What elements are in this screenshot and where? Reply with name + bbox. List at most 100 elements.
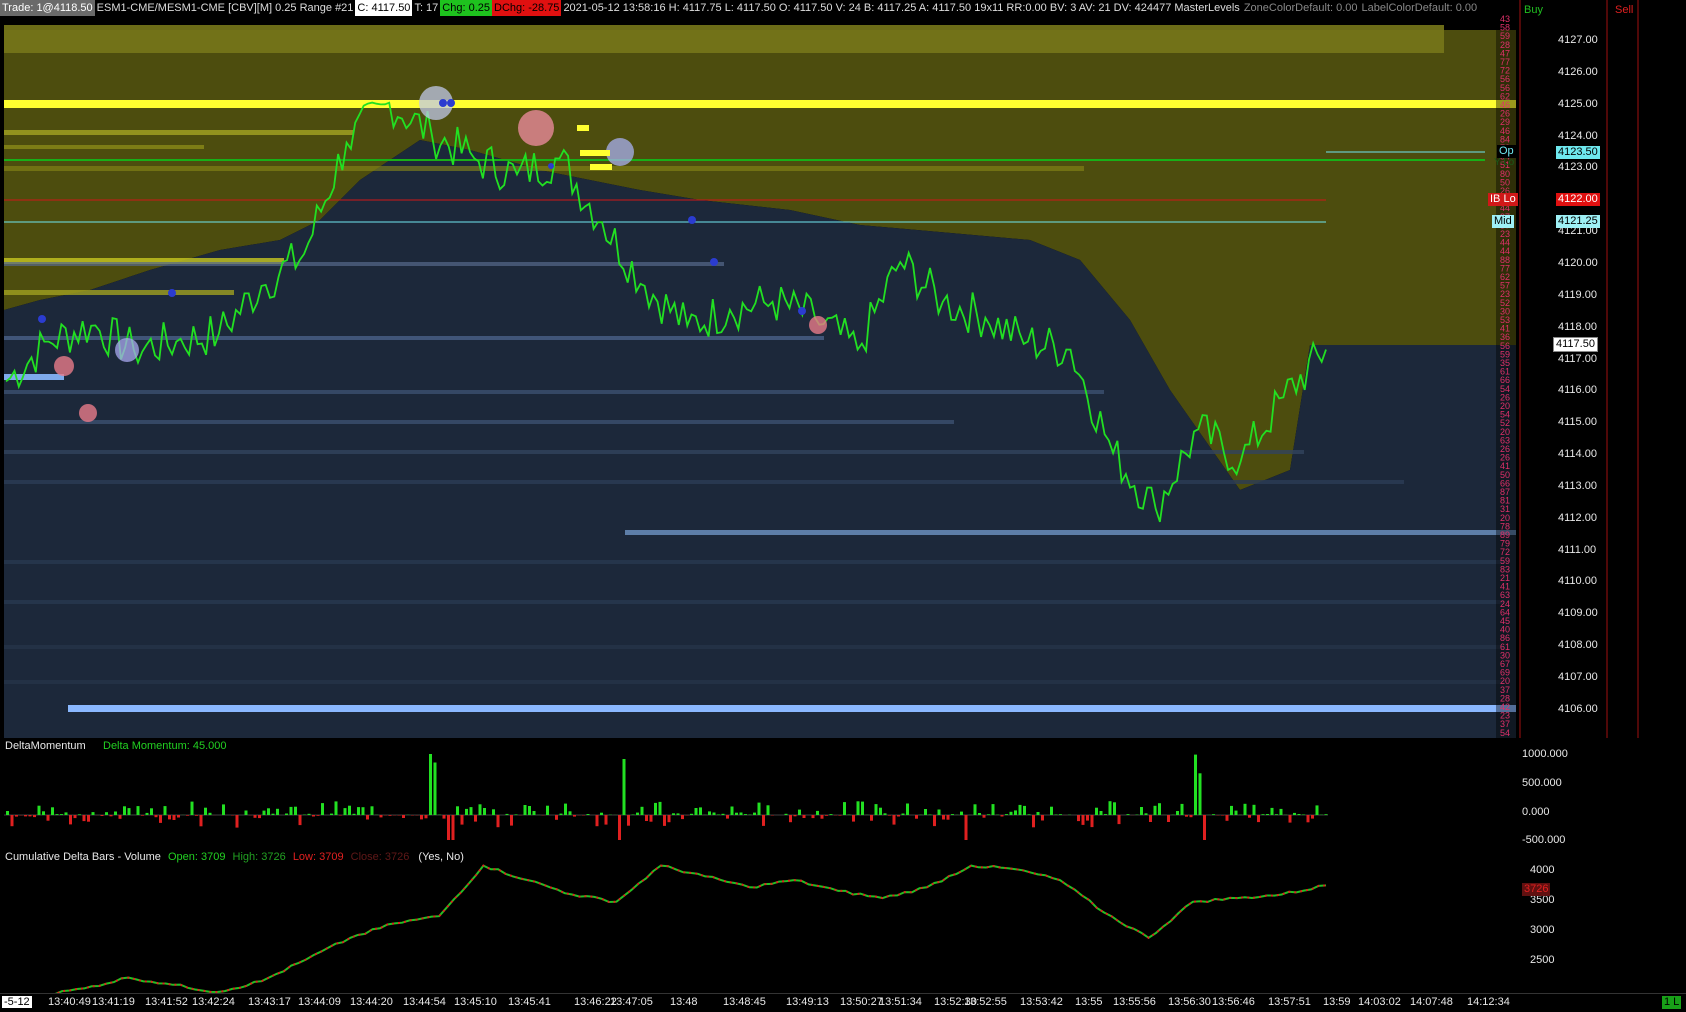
- delta-bar: [915, 815, 918, 819]
- time-axis-label: 13:43:17: [248, 996, 291, 1008]
- delta-bar: [1041, 815, 1044, 821]
- delta-bar: [474, 815, 477, 822]
- heat-band: [4, 166, 1084, 171]
- delta-bar: [942, 815, 945, 820]
- delta-bar: [1091, 815, 1094, 827]
- delta-bar: [254, 815, 257, 818]
- delta-bar: [1257, 815, 1260, 822]
- delta-bar: [1298, 814, 1301, 815]
- time-axis-label: 13:41:19: [92, 996, 135, 1008]
- delta-bar: [533, 811, 536, 815]
- price-axis-label: 4118.00: [1558, 321, 1597, 333]
- trade-dot: [447, 99, 455, 107]
- chart-header: Trade: 1@4118.50ESM1-CME/MESM1-CME [CBV]…: [0, 0, 1560, 16]
- delta-bar: [672, 813, 675, 815]
- delta-bar: [699, 807, 702, 815]
- heat-band: [4, 130, 354, 135]
- delta-axis-label: 1000.000: [1522, 748, 1568, 760]
- delta-bar: [708, 811, 711, 815]
- delta-bar: [758, 803, 761, 815]
- cumulative-delta-chart[interactable]: [0, 842, 1686, 994]
- delta-bar: [555, 815, 558, 820]
- time-axis-label: 13:57:51: [1268, 996, 1311, 1008]
- delta-bar: [1145, 813, 1148, 815]
- trade-dot: [688, 216, 696, 224]
- delta-bar: [1118, 815, 1121, 824]
- delta-bar: [186, 815, 189, 816]
- delta-bar: [1050, 807, 1053, 815]
- time-axis-start: -5-12: [2, 996, 32, 1008]
- delta-bar: [524, 805, 527, 815]
- delta-bar: [263, 811, 266, 815]
- delta-bar: [825, 815, 828, 816]
- cumulative-delta-line: [40, 866, 1326, 994]
- time-axis-label: 13:40:49: [48, 996, 91, 1008]
- delta-bar: [24, 815, 27, 816]
- delta-momentum-chart[interactable]: [0, 738, 1686, 842]
- delta-bar: [983, 815, 986, 818]
- delta-bar: [1019, 805, 1022, 815]
- close-price-badge: C: 4117.50: [355, 0, 412, 16]
- time-axis-label: 13:53:42: [1020, 996, 1063, 1008]
- delta-bar: [596, 815, 599, 826]
- mid-tag: Mid: [1492, 215, 1514, 228]
- delta-bar: [1266, 814, 1269, 815]
- delta-bar: [69, 815, 72, 824]
- price-axis-label: 4114.00: [1558, 448, 1597, 460]
- yellow-liquidity-level: [4, 100, 1516, 108]
- delta-bar: [1109, 801, 1112, 815]
- delta-bar: [569, 811, 572, 815]
- daily-change-badge: DChg: -28.75: [492, 0, 561, 16]
- delta-bar: [884, 813, 887, 815]
- delta-bar: [906, 804, 909, 816]
- delta-bar: [497, 815, 500, 827]
- cum-axis-label: 4000: [1530, 864, 1554, 876]
- delta-bar: [200, 815, 203, 826]
- delta-bar: [209, 813, 212, 815]
- price-axis-label: 4117.00: [1558, 353, 1597, 365]
- time-axis-label: 13:45:41: [508, 996, 551, 1008]
- price-axis-label: 4108.00: [1558, 639, 1598, 651]
- label-color-label: LabelColorDefault: 0.00: [1360, 0, 1480, 16]
- delta-bar: [803, 815, 806, 818]
- current-price-tag: 4117.50: [1553, 337, 1598, 352]
- delta-bar: [1307, 815, 1310, 822]
- delta-bar: [335, 801, 338, 815]
- buy-column-header[interactable]: Buy: [1524, 4, 1543, 16]
- delta-bar: [294, 807, 297, 815]
- trade-dot: [439, 99, 447, 107]
- ticks-label: T: 17: [412, 0, 440, 16]
- delta-bar: [101, 815, 104, 816]
- yellow-trade-marker: [580, 150, 610, 156]
- price-axis-label: 4113.00: [1558, 480, 1597, 492]
- heat-band: [4, 560, 1504, 564]
- heat-band: [4, 290, 234, 295]
- sell-column-header[interactable]: Sell: [1615, 4, 1633, 16]
- delta-bar: [600, 813, 603, 815]
- delta-bar: [663, 815, 666, 826]
- delta-bar: [276, 809, 279, 815]
- delta-bar: [159, 815, 162, 823]
- price-axis-label: 4123.00: [1558, 161, 1598, 173]
- delta-bar: [861, 802, 864, 815]
- delta-bar: [510, 815, 513, 826]
- delta-bar: [1104, 814, 1107, 815]
- delta-bar: [636, 813, 639, 815]
- y-lo-tag: Y-Lo: [1492, 156, 1516, 169]
- heat-band: [4, 25, 1444, 53]
- delta-bar: [443, 815, 446, 819]
- delta-bar: [168, 815, 171, 819]
- delta-bar: [1001, 815, 1004, 817]
- delta-momentum-value: Delta Momentum: 45.000: [103, 740, 227, 752]
- delta-bar: [978, 813, 981, 815]
- large-trade-bubble: [518, 110, 554, 146]
- delta-bar: [272, 814, 275, 815]
- large-trade-bubble: [79, 404, 97, 422]
- price-chart[interactable]: 4358592847777256566246262946847284518050…: [0, 0, 1686, 745]
- delta-bar: [1226, 815, 1229, 821]
- one-l-badge[interactable]: 1 L: [1662, 996, 1681, 1009]
- delta-bar: [659, 802, 662, 815]
- delta-bar: [726, 815, 729, 819]
- delta-bar: [951, 814, 954, 815]
- delta-bar: [618, 815, 621, 840]
